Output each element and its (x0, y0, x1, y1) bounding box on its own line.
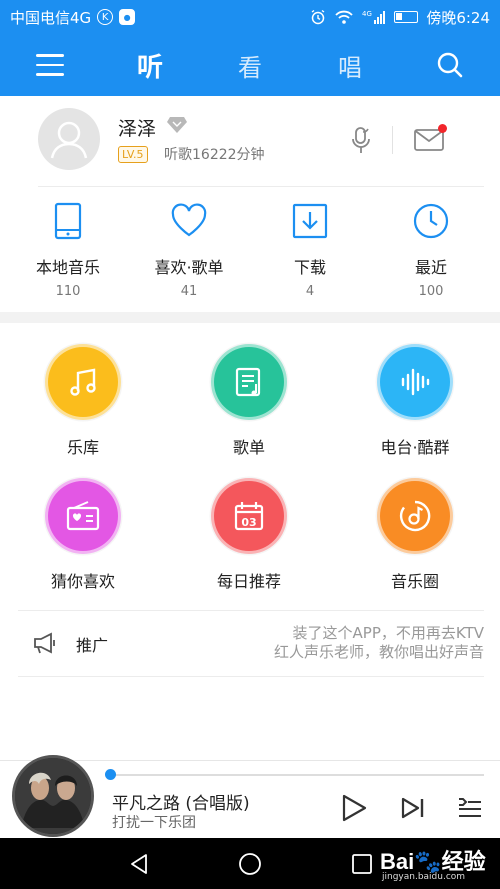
quick-access: 本地音乐 110 喜欢·歌单 41 下载 4 最近 100 (0, 190, 500, 312)
calendar-day: 03 (241, 516, 256, 529)
playlist-icon (211, 344, 287, 420)
profile-divider (392, 126, 393, 154)
status-right: 4G 傍晚6:24 (310, 7, 490, 28)
microphone-icon[interactable] (350, 126, 372, 156)
calendar-icon: 03 (211, 478, 287, 554)
download-icon (292, 203, 328, 239)
grid-label-playlist: 歌单 (232, 438, 265, 457)
menu-icon[interactable] (36, 54, 64, 76)
local-music-label: 本地音乐 (35, 258, 100, 277)
signal-icon: 4G (362, 10, 386, 24)
progress-knob[interactable] (105, 769, 116, 780)
network-type-label: 4G (362, 10, 372, 18)
alarm-icon (311, 9, 325, 25)
local-music-count: 110 (55, 284, 81, 299)
radio-heart-icon (45, 478, 121, 554)
mini-player[interactable]: 平凡之路 (合唱版) 打扰一下乐团 (0, 755, 500, 838)
section-divider (0, 312, 500, 323)
listen-time: 听歌16222分钟 (164, 147, 265, 163)
grid-item-circle[interactable]: 音乐圈 (350, 478, 480, 592)
recent-item[interactable]: 最近 100 (371, 190, 491, 299)
favorites-count: 41 (180, 284, 198, 299)
soundwave-icon (377, 344, 453, 420)
grid-label-daily: 每日推荐 (216, 572, 281, 591)
app-notification-icon: ● (119, 9, 136, 25)
promo-bottom-separator (18, 676, 484, 677)
grid-label-guess: 猜你喜欢 (50, 572, 115, 591)
status-left: 中国电信4G K ● (10, 7, 136, 28)
tab-watch[interactable]: 看 (220, 48, 280, 83)
search-icon[interactable] (436, 51, 464, 79)
album-art-image (15, 758, 91, 834)
grid-item-playlist[interactable]: 歌单 (184, 344, 314, 458)
promo-label: 推广 (76, 636, 109, 655)
grid-label-library: 乐库 (66, 438, 99, 457)
grid-label-radio: 电台·酷群 (380, 438, 450, 457)
music-circle-icon (377, 478, 453, 554)
app-screen: 中国电信4G K ● 4G 傍晚6:24 听 看 唱 泽泽 LV.5 听歌162… (0, 0, 500, 889)
default-avatar-icon (50, 121, 88, 159)
profile-separator (38, 186, 484, 187)
grid-item-library[interactable]: 乐库 (18, 344, 148, 458)
main-tabs: 听 看 唱 (120, 34, 380, 96)
username[interactable]: 泽泽 (118, 114, 156, 141)
home-icon[interactable] (238, 852, 262, 876)
tab-sing[interactable]: 唱 (320, 48, 380, 83)
song-title[interactable]: 平凡之路 (合唱版) (112, 789, 250, 814)
recents-icon[interactable] (350, 852, 374, 876)
recent-label: 最近 (414, 258, 447, 277)
grid-item-daily[interactable]: 03 每日推荐 (184, 478, 314, 592)
grid-item-radio[interactable]: 电台·酷群 (350, 344, 480, 458)
promo-row[interactable]: 推广 装了这个APP，不用再去KTV 红人声乐老师，教你唱出好声音 (18, 610, 484, 676)
playlist-queue-icon[interactable] (456, 795, 484, 821)
avatar[interactable] (38, 108, 100, 170)
k-badge-icon: K (97, 9, 114, 25)
recent-count: 100 (418, 284, 444, 299)
promo-line-1: 装了这个APP，不用再去KTV (292, 624, 484, 642)
wifi-icon (335, 10, 353, 24)
local-music-item[interactable]: 本地音乐 110 (8, 190, 128, 299)
carrier-label: 中国电信4G (10, 8, 92, 27)
grid-label-circle: 音乐圈 (390, 572, 439, 591)
progress-track[interactable] (110, 774, 484, 776)
song-artist[interactable]: 打扰一下乐团 (112, 812, 196, 832)
favorites-item[interactable]: 喜欢·歌单 41 (129, 190, 249, 299)
phone-icon (54, 202, 82, 240)
watermark-sub: jingyan.baidu.com (382, 872, 466, 882)
app-bar: 听 看 唱 (0, 34, 500, 96)
download-item[interactable]: 下载 4 (250, 190, 370, 299)
download-label: 下载 (293, 258, 326, 277)
back-icon[interactable] (127, 852, 151, 876)
heart-icon (171, 203, 207, 237)
promo-marquee[interactable]: 装了这个APP，不用再去KTV 红人声乐老师，教你唱出好声音 (218, 624, 484, 664)
promo-line-2: 红人声乐老师，教你唱出好声音 (273, 643, 484, 661)
level-badge: LV.5 (118, 146, 148, 163)
battery-icon (394, 11, 419, 23)
favorites-label: 喜欢·歌单 (154, 258, 224, 277)
vip-diamond-icon[interactable] (166, 115, 188, 135)
status-bar: 中国电信4G K ● 4G 傍晚6:24 (0, 0, 500, 34)
baidu-watermark: Bai🐾经验 jingyan.baidu.com (380, 844, 498, 884)
clock-label: 傍晚6:24 (426, 8, 490, 27)
next-track-icon[interactable] (400, 796, 426, 820)
play-icon[interactable] (340, 793, 368, 823)
megaphone-icon (34, 632, 55, 654)
download-count: 4 (305, 284, 315, 299)
clock-icon (413, 203, 449, 239)
album-cover[interactable] (12, 755, 94, 837)
unread-mail-dot (438, 124, 447, 133)
music-note-icon (45, 344, 121, 420)
system-nav-bar: Bai🐾经验 jingyan.baidu.com (0, 838, 500, 889)
profile-section[interactable]: 泽泽 LV.5 听歌16222分钟 (0, 96, 500, 186)
grid-item-guess[interactable]: 猜你喜欢 (18, 478, 148, 592)
tab-listen[interactable]: 听 (120, 47, 180, 84)
